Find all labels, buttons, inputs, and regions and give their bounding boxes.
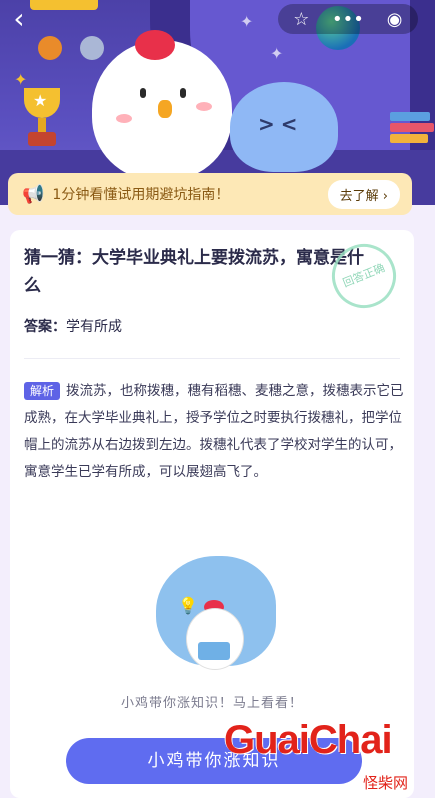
speaker-icon: 📢 [22, 183, 45, 205]
answer-line: 答案：学有所成 [24, 316, 122, 336]
book-icon [198, 642, 230, 660]
sparkle-icon: ✦ [14, 70, 28, 89]
explanation: 解析 拨流苏，也称拨穗，穗有稻穗、麦穗之意，拨穗表示它已成熟，在大学毕业典礼上，授… [24, 378, 406, 486]
blue-mascot: >< [230, 82, 338, 172]
back-button[interactable]: ‹ [6, 4, 32, 34]
chicken-reading-illustration: 💡 [156, 556, 276, 686]
lightbulb-icon: 💡 [178, 596, 198, 615]
chevron-left-icon: ‹ [13, 2, 25, 35]
books-decoration [390, 112, 435, 152]
question-title: 猜一猜：大学毕业典礼上要拨流苏，寓意是什么 [24, 248, 364, 296]
medal-icon [38, 36, 62, 60]
answer-card: 猜一猜：大学毕业典礼上要拨流苏，寓意是什么 回答正确 答案：学有所成 解析 拨流苏… [10, 230, 414, 798]
ribbon-decoration [30, 0, 98, 10]
explanation-text: 拨流苏，也称拨穗，穗有稻穗、麦穗之意，拨穗表示它已成熟，在大学毕业典礼上，授予学… [24, 383, 404, 480]
notice-text: 1分钟看懂试用期避坑指南！ [52, 187, 230, 203]
answer-value: 学有所成 [66, 319, 122, 335]
more-dots-icon[interactable]: ••• [331, 9, 365, 30]
learn-knowledge-button[interactable]: 小鸡带你涨知识 [66, 738, 362, 784]
answer-label: 答案： [24, 319, 66, 335]
chicken-cheek [116, 114, 132, 123]
target-icon[interactable]: ◉ [378, 9, 412, 30]
chicken-cheek [196, 102, 212, 111]
star-icon[interactable]: ☆ [284, 9, 318, 30]
divider [24, 358, 400, 359]
chicken-eye [180, 88, 186, 98]
chicken-beak [158, 100, 172, 118]
trophy-icon: ★ [20, 88, 64, 148]
explanation-tag: 解析 [24, 382, 61, 400]
chicken-eye [140, 88, 146, 98]
chicken-comb [135, 30, 175, 60]
top-action-bar: ☆ ••• ◉ [278, 4, 418, 34]
promo-text: 小鸡带你涨知识！马上看看！ [120, 696, 303, 711]
medal-icon [80, 36, 104, 60]
notice-bar[interactable]: 📢 1分钟看懂试用期避坑指南！ 去了解 › [8, 173, 412, 215]
sparkle-icon: ✦ [240, 12, 254, 31]
sparkle-icon: ✦ [270, 44, 284, 63]
learn-more-button[interactable]: 去了解 › [327, 179, 400, 209]
